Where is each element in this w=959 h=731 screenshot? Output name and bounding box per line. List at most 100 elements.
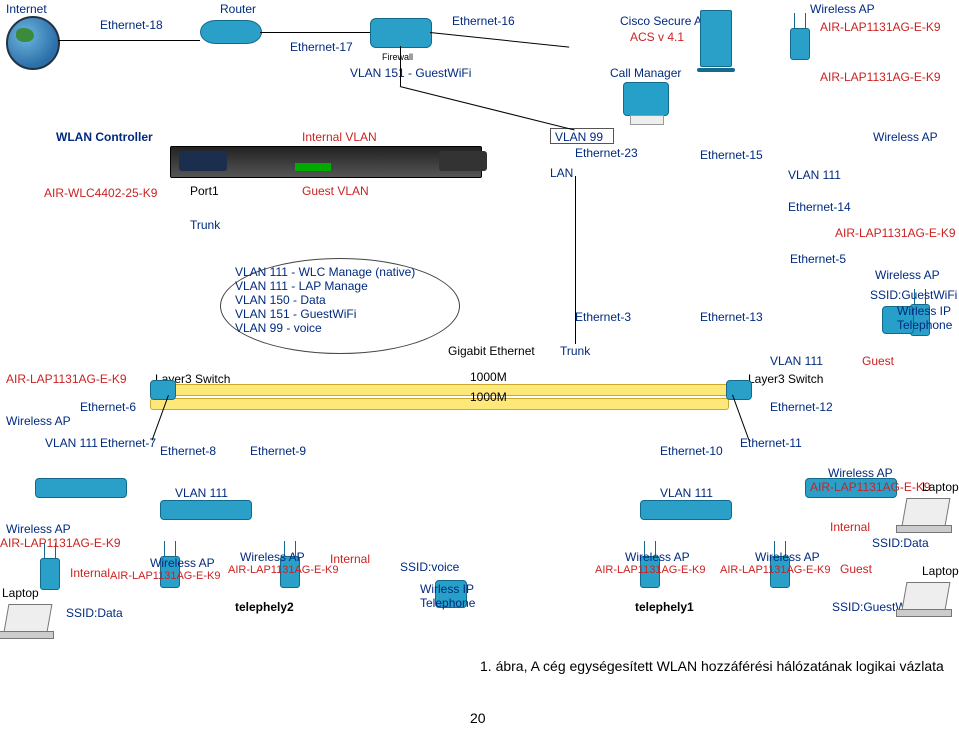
telephely1: telephely1 xyxy=(635,600,694,614)
wap-top-label: Wireless AP xyxy=(810,2,875,16)
eth18-label: Ethernet-18 xyxy=(100,18,163,32)
vlan111-br: VLAN 111 xyxy=(660,486,713,500)
laptop-f-label: Laptop xyxy=(922,480,959,494)
trunk-top-label: Trunk xyxy=(190,218,220,232)
guest-vlan-label: Guest VLAN xyxy=(302,184,369,198)
ap-e-model: AIR-LAP1131AG-E-K9 xyxy=(720,564,830,576)
eth8-label: Ethernet-8 xyxy=(160,444,216,458)
internet-label: Internet xyxy=(6,2,47,16)
internal-f: Internal xyxy=(830,520,870,534)
wap-c-label: Wireless AP xyxy=(240,550,305,564)
guest-mid: Guest xyxy=(862,354,894,368)
wlc-model: AIR-WLC4402-25-K9 xyxy=(44,186,157,200)
guest-e: Guest xyxy=(840,562,872,576)
vlan111-lan-label: VLAN 111 xyxy=(788,168,841,182)
telephone-mid: Telephone xyxy=(897,318,952,332)
ap-top-model2: AIR-LAP1131AG-E-K9 xyxy=(820,70,941,84)
ap-top-icon xyxy=(790,28,810,60)
vlan-callout: VLAN 111 - WLC Manage (native) VLAN 111 … xyxy=(220,258,460,354)
call-manager-icon xyxy=(623,82,669,116)
laptop-g-label: Laptop xyxy=(922,564,959,578)
ap-a-model: AIR-LAP1131AG-E-K9 xyxy=(0,536,121,550)
eth5-label: Ethernet-5 xyxy=(790,252,846,266)
fiber-link-2 xyxy=(150,398,729,410)
eth23-label: Ethernet-23 xyxy=(575,146,638,160)
eth3-label: Ethernet-3 xyxy=(575,310,631,324)
network-diagram: Internet Ethernet-18 Router Ethernet-17 … xyxy=(0,0,959,731)
callout-l1: VLAN 111 - WLC Manage (native) xyxy=(235,265,445,279)
callout-l5: VLAN 99 - voice xyxy=(235,321,445,335)
eth12-label: Ethernet-12 xyxy=(770,400,833,414)
access-switch-3-icon xyxy=(640,500,732,520)
internal-a: Internal xyxy=(70,566,110,580)
eth6-label: Ethernet-6 xyxy=(80,400,136,414)
eth13-label: Ethernet-13 xyxy=(700,310,763,324)
fiber-link-1 xyxy=(150,384,729,396)
callout-l3: VLAN 150 - Data xyxy=(235,293,445,307)
wap-mid-label: Wireless AP xyxy=(875,268,940,282)
wirless-ip-bottom: Wirless IP xyxy=(420,582,474,596)
wap-lan-label: Wireless AP xyxy=(873,130,938,144)
globe-icon xyxy=(6,16,60,70)
gigabit-label: Gigabit Ethernet xyxy=(448,344,535,358)
wap-e-label: Wireless AP xyxy=(755,550,820,564)
wap-left-label: Wireless AP xyxy=(6,414,71,428)
ssid-data-f: SSID:Data xyxy=(872,536,929,550)
router-icon xyxy=(200,20,262,44)
acs-version: ACS v 4.1 xyxy=(630,30,684,44)
laptop-f-icon xyxy=(902,498,951,526)
firewall-label: Firewall xyxy=(382,52,413,62)
wap-d-label: Wireless AP xyxy=(625,550,690,564)
laptop-g-icon xyxy=(902,582,951,610)
wap-b-label: Wireless AP xyxy=(150,556,215,570)
wlc-title: WLAN Controller xyxy=(56,130,153,144)
internal-vlan-label: Internal VLAN xyxy=(302,130,377,144)
access-switch-2-icon xyxy=(160,500,252,520)
acs-server-icon xyxy=(700,10,732,67)
ap-left-model: AIR-LAP1131AG-E-K9 xyxy=(6,372,127,386)
page-number: 20 xyxy=(470,710,486,726)
eth7-label: Ethernet-7 xyxy=(100,436,156,450)
l3switch-right-icon xyxy=(726,380,752,400)
l3switch-left-icon xyxy=(150,380,176,400)
telephely2: telephely2 xyxy=(235,600,294,614)
callout-l2: VLAN 111 - LAP Manage xyxy=(235,279,445,293)
vlan151-label: VLAN 151 - GuestWiFi xyxy=(350,66,471,80)
vlan111-bl: VLAN 111 xyxy=(175,486,228,500)
eth14-label: Ethernet-14 xyxy=(788,200,851,214)
speed-1000m-1: 1000M xyxy=(470,370,507,384)
laptop-a-icon xyxy=(4,604,53,632)
router-label: Router xyxy=(220,2,256,16)
wlc-port1: Port1 xyxy=(190,184,219,198)
access-switch-1-icon xyxy=(35,478,127,498)
ssid-voice: SSID:voice xyxy=(400,560,459,574)
wlc-icon xyxy=(170,146,482,178)
eth10-label: Ethernet-10 xyxy=(660,444,723,458)
ap-f-model: AIR-LAP1131AG-E-K9 xyxy=(810,480,931,494)
figure-caption: 1. ábra, A cég egységesített WLAN hozzáf… xyxy=(480,658,944,674)
lan-label: LAN xyxy=(550,166,573,180)
wap-f-label: Wireless AP xyxy=(828,466,893,480)
ssid-guestwifi-mid: SSID:GuestWiFi xyxy=(870,288,957,302)
eth16-label: Ethernet-16 xyxy=(452,14,515,28)
ap-b-model: AIR-LAP1131AG-E-K9 xyxy=(110,570,220,582)
ap-top-model1: AIR-LAP1131AG-E-K9 xyxy=(820,20,941,34)
ssid-data-a: SSID:Data xyxy=(66,606,123,620)
eth9-label: Ethernet-9 xyxy=(250,444,306,458)
vlan111-mid: VLAN 111 xyxy=(770,354,823,368)
ap-lan-model: AIR-LAP1131AG-E-K9 xyxy=(835,226,956,240)
l3switch-right: Layer3 Switch xyxy=(748,372,823,386)
eth17-label: Ethernet-17 xyxy=(290,40,353,54)
wap-a-label: Wireless AP xyxy=(6,522,71,536)
callout-l4: VLAN 151 - GuestWiFi xyxy=(235,307,445,321)
vlan111-left: VLAN 111 xyxy=(45,436,98,450)
telephone-bottom: Telephone xyxy=(420,596,475,610)
ap-c-model: AIR-LAP1131AG-E-K9 xyxy=(228,564,338,576)
internal-c: Internal xyxy=(330,552,370,566)
trunk-mid-label: Trunk xyxy=(560,344,590,358)
ap-a-icon xyxy=(40,558,60,590)
laptop-a-label: Laptop xyxy=(2,586,39,600)
ap-d-model: AIR-LAP1131AG-E-K9 xyxy=(595,564,705,576)
firewall-icon xyxy=(370,18,432,48)
wirless-ip-mid: Wirless IP xyxy=(897,304,951,318)
